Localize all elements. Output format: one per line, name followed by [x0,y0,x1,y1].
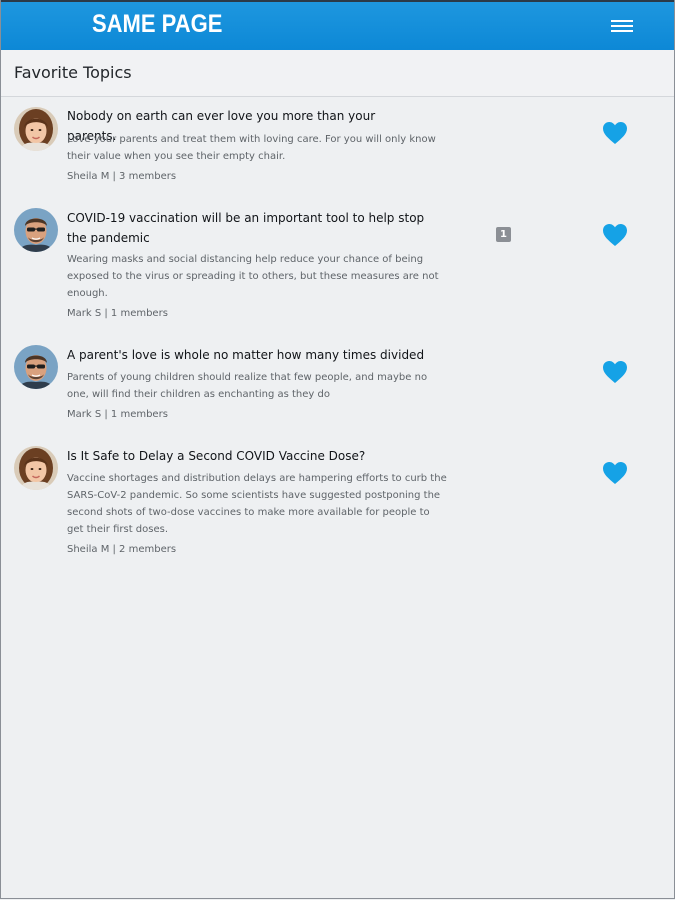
favorite-heart-icon[interactable] [602,360,628,384]
woman-avatar [14,107,58,151]
man-avatar [14,208,58,252]
woman-avatar [14,446,58,490]
topic-title: A parent's love is whole no matter how m… [67,348,425,362]
topic-description: Parents of young children should realize… [67,372,428,400]
topic-meta: Sheila M | 3 members [67,171,177,182]
man-avatar [14,345,58,389]
page-title: Favorite Topics [14,63,132,82]
topic-meta: Mark S | 1 members [67,308,168,319]
app-window: SAME PAGE Favorite Topics Nobody on eart… [0,0,675,899]
topic-title: COVID-19 vaccination will be an importan… [67,211,425,245]
topic-description: Love your parents and treat them with lo… [67,134,436,162]
topic-description: Wearing masks and social distancing help… [67,254,439,299]
hamburger-menu-icon[interactable] [607,15,637,37]
topic-item-1[interactable]: Nobody on earth can ever love you more t… [1,97,674,197]
app-header: SAME PAGE [1,0,674,50]
topic-item-2[interactable]: COVID-19 vaccination will be an importan… [1,198,674,334]
section-header: Favorite Topics [1,50,674,97]
favorite-heart-icon[interactable] [602,223,628,247]
topic-meta: Sheila M | 2 members [67,544,177,555]
favorite-heart-icon[interactable] [602,121,628,145]
brand-logo: SAME PAGE [92,10,223,38]
topic-item-4[interactable]: Is It Safe to Delay a Second COVID Vacci… [1,436,674,566]
topic-meta: Mark S | 1 members [67,409,168,420]
topic-item-3[interactable]: A parent's love is whole no matter how m… [1,335,674,435]
topic-title: Is It Safe to Delay a Second COVID Vacci… [67,449,366,463]
favorite-heart-icon[interactable] [602,461,628,485]
unread-count-badge: 1 [496,227,511,242]
topic-description: Vaccine shortages and distribution delay… [67,473,447,535]
